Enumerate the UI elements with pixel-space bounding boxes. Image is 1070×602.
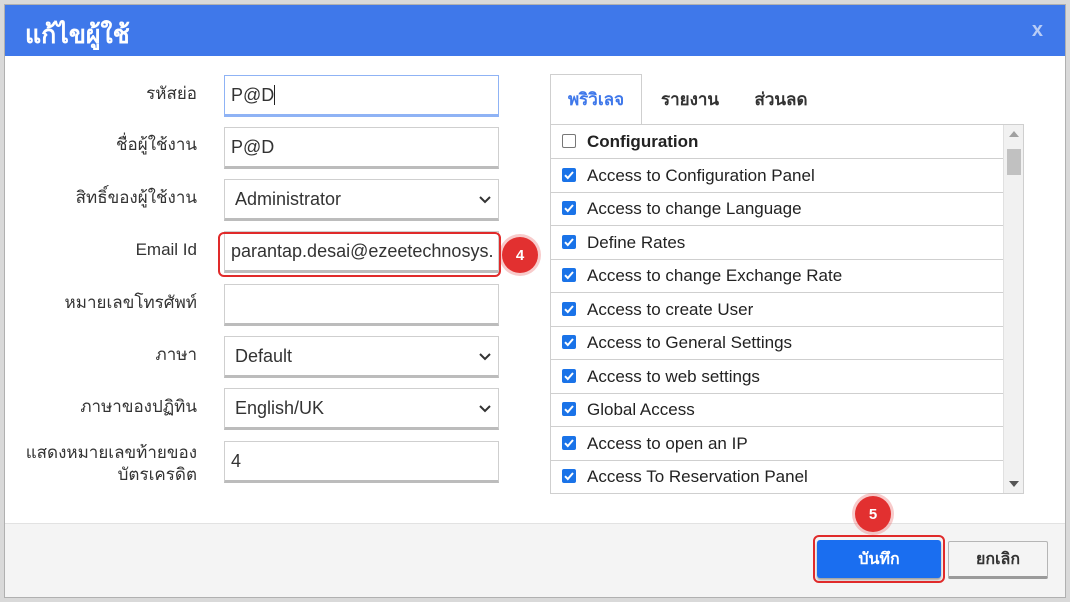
short-name-label: รหัสย่อ [146, 84, 197, 103]
card-digits-label-line2: บัตรเครดิต [117, 465, 197, 484]
privilege-item[interactable]: Access to change Language [551, 192, 1003, 226]
step-marker-5: 5 [855, 496, 891, 532]
scroll-up-icon[interactable] [1009, 131, 1019, 137]
step-marker-4: 4 [502, 237, 538, 273]
tab-discounts[interactable]: ส่วนลด [740, 74, 822, 124]
checkbox[interactable] [562, 134, 576, 148]
username-value: P@D [231, 136, 275, 157]
text-caret [274, 85, 276, 105]
close-icon[interactable]: x [1032, 19, 1043, 42]
privilege-item[interactable]: Access to General Settings [551, 326, 1003, 360]
privilege-item[interactable]: Access to open an IP [551, 427, 1003, 461]
checkbox-checked[interactable] [562, 302, 576, 316]
checkbox-checked[interactable] [562, 201, 576, 215]
user-right-value: Administrator [235, 188, 342, 209]
checkbox-checked[interactable] [562, 369, 576, 383]
calendar-language-select[interactable]: English/UK [224, 388, 499, 430]
card-digits-label: แสดงหมายเลขท้ายของ บัตรเครดิต [26, 442, 197, 486]
short-name-input[interactable]: P@D [224, 75, 499, 117]
phone-input[interactable] [224, 284, 499, 326]
privilege-item-label: Access to change Exchange Rate [587, 266, 843, 285]
tab-reports[interactable]: รายงาน [648, 74, 732, 124]
cancel-button[interactable]: ยกเลิก [948, 541, 1048, 579]
privilege-group-header[interactable]: Configuration [551, 125, 1003, 159]
card-digits-value: 4 [231, 450, 242, 471]
language-select[interactable]: Default [224, 336, 499, 378]
privilege-item-label: Access to change Language [587, 199, 802, 218]
checkbox-checked[interactable] [562, 402, 576, 416]
privilege-item-label: Define Rates [587, 233, 686, 252]
checkbox-checked[interactable] [562, 469, 576, 483]
tab-privileges[interactable]: พริวิเลจ [550, 74, 642, 124]
calendar-language-value: English/UK [235, 397, 325, 418]
checkbox-checked[interactable] [562, 335, 576, 349]
privilege-item[interactable]: Access To Reservation Panel [551, 460, 1003, 493]
dialog-title: แก้ไขผู้ใช้ [25, 21, 130, 49]
scroll-down-icon[interactable] [1009, 481, 1019, 487]
privilege-item[interactable]: Define Rates [551, 226, 1003, 260]
calendar-language-label: ภาษาของปฏิทิน [80, 397, 197, 416]
privilege-item-label: Access to create User [587, 300, 754, 319]
privilege-item[interactable]: Access to create User [551, 293, 1003, 327]
user-right-label: สิทธิ์ของผู้ใช้งาน [75, 188, 197, 207]
save-highlight [813, 535, 945, 583]
scroll-thumb[interactable] [1007, 149, 1021, 175]
user-right-select[interactable]: Administrator [224, 179, 499, 221]
language-label: ภาษา [155, 345, 197, 364]
privilege-item-label: Access to open an IP [587, 434, 748, 453]
privilege-item-label: Access to General Settings [587, 333, 793, 352]
email-highlight [218, 232, 501, 277]
checkbox-checked[interactable] [562, 235, 576, 249]
card-digits-input[interactable]: 4 [224, 441, 499, 483]
privilege-item-label: Global Access [587, 400, 695, 419]
chevron-down-icon [479, 353, 491, 361]
checkbox-checked[interactable] [562, 168, 576, 182]
dialog-titlebar: แก้ไขผู้ใช้ x [5, 5, 1065, 56]
email-label: Email Id [135, 240, 197, 259]
card-digits-label-line1: แสดงหมายเลขท้ายของ [25, 443, 197, 462]
privilege-item[interactable]: Access to web settings [551, 360, 1003, 394]
language-value: Default [235, 345, 293, 366]
privilege-item-label: Access To Reservation Panel [587, 467, 808, 486]
chevron-down-icon [479, 196, 491, 204]
checkbox-checked[interactable] [562, 436, 576, 450]
privilege-list: Configuration Access to Configuration Pa… [550, 124, 1024, 494]
short-name-value: P@D [231, 84, 275, 105]
privilege-group-label: Configuration [587, 132, 699, 151]
privilege-item-label: Access to Configuration Panel [587, 166, 815, 185]
checkbox-checked[interactable] [562, 268, 576, 282]
privilege-item-label: Access to web settings [587, 367, 760, 386]
privilege-item[interactable]: Access to change Exchange Rate [551, 259, 1003, 293]
chevron-down-icon [479, 405, 491, 413]
edit-user-dialog: แก้ไขผู้ใช้ x รหัสย่อ P@D ชื่อผู้ใช้งาน … [4, 4, 1066, 598]
username-input[interactable]: P@D [224, 127, 499, 169]
phone-label: หมายเลขโทรศัพท์ [64, 293, 197, 312]
username-label: ชื่อผู้ใช้งาน [115, 135, 197, 154]
privilege-item[interactable]: Access to Configuration Panel [551, 159, 1003, 193]
privilege-item[interactable]: Global Access [551, 393, 1003, 427]
list-scrollbar[interactable] [1003, 125, 1023, 493]
